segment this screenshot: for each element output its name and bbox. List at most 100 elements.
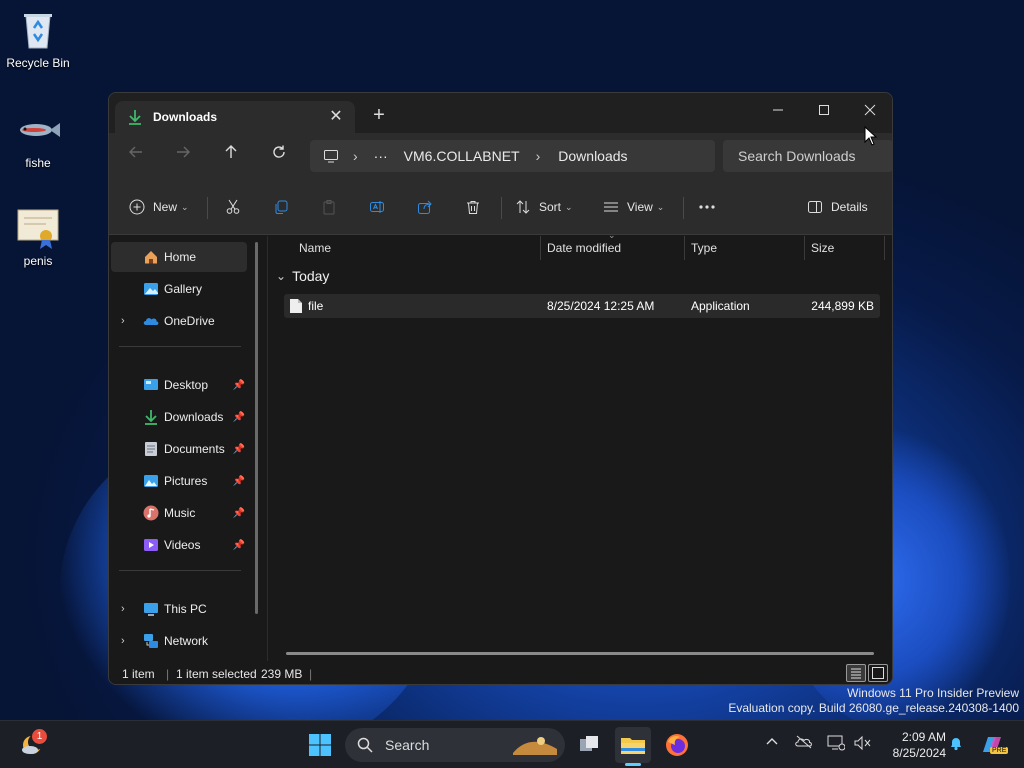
back-button[interactable] [122, 143, 150, 169]
volume-tray-button[interactable] [854, 735, 872, 754]
column-separator[interactable] [804, 236, 805, 260]
address-bar[interactable]: › ··· VM6.COLLABNET › Downloads [310, 140, 715, 172]
copy-button[interactable] [265, 191, 297, 223]
sidebar-item-onedrive[interactable]: › OneDrive [111, 306, 247, 336]
pin-icon[interactable]: 📌 [233, 476, 245, 487]
column-header-type[interactable]: Type [691, 236, 717, 260]
rename-button[interactable] [361, 191, 393, 223]
file-size: 244,899 KB [811, 299, 874, 313]
command-bar: New ⌄ Sort ⌄ View ⌄ Details [109, 179, 892, 235]
desktop-icon-recycle-bin[interactable]: Recycle Bin [0, 8, 76, 70]
column-header-size[interactable]: Size [811, 236, 834, 260]
sidebar-item-documents[interactable]: Documents 📌 [111, 434, 247, 464]
sidebar-item-pictures[interactable]: Pictures 📌 [111, 466, 247, 496]
tab-downloads[interactable]: Downloads ✕ [115, 101, 355, 133]
breadcrumb-downloads[interactable]: Downloads [558, 148, 627, 164]
watermark-line-1: Windows 11 Pro Insider Preview [847, 686, 1019, 700]
see-more-button[interactable] [691, 191, 723, 223]
close-tab-icon[interactable]: ✕ [327, 108, 345, 126]
arrow-right-icon [177, 146, 190, 158]
chevron-right-icon: › [353, 148, 358, 164]
copilot-button[interactable]: PRE [974, 727, 1010, 763]
start-button[interactable] [302, 727, 338, 763]
paste-button[interactable] [313, 191, 345, 223]
up-button[interactable] [217, 143, 245, 169]
sort-button[interactable]: Sort ⌄ [515, 191, 573, 223]
speaker-muted-icon [854, 735, 871, 751]
onedrive-tray-button[interactable] [795, 735, 813, 752]
new-button[interactable]: New ⌄ [129, 191, 189, 223]
column-separator[interactable] [540, 236, 541, 260]
sidebar-item-desktop[interactable]: Desktop 📌 [111, 370, 247, 400]
chevron-right-icon[interactable]: › [121, 315, 125, 327]
tiles-view-toggle[interactable] [868, 664, 888, 682]
pin-icon[interactable]: 📌 [233, 444, 245, 455]
sort-label: Sort [539, 200, 562, 214]
sidebar-divider [119, 346, 241, 347]
breadcrumb-computer[interactable]: VM6.COLLABNET [404, 148, 520, 164]
view-button[interactable]: View ⌄ [603, 191, 664, 223]
file-row[interactable]: file 8/25/2024 12:25 AM Application 244,… [284, 294, 880, 318]
sidebar-scrollbar[interactable] [255, 242, 258, 614]
minimize-button[interactable] [755, 97, 801, 127]
column-separator[interactable] [684, 236, 685, 260]
file-explorer-window: Downloads ✕ + › ··· VM6.COLLABNET › Down… [108, 92, 893, 685]
title-bar: Downloads ✕ + [109, 93, 892, 133]
sidebar-item-network[interactable]: › Network [111, 626, 247, 656]
details-view-toggle[interactable] [846, 664, 866, 682]
pin-icon[interactable]: 📌 [233, 412, 245, 423]
column-separator[interactable] [884, 236, 885, 260]
status-separator: | [309, 667, 313, 681]
downloads-icon [145, 410, 157, 425]
sidebar-item-home[interactable]: Home [111, 242, 247, 272]
taskbar-search-box[interactable]: Search [345, 728, 565, 762]
group-header-today[interactable]: ⌄ Today [276, 268, 329, 284]
refresh-button[interactable] [265, 143, 293, 169]
show-hidden-icons-button[interactable] [766, 735, 778, 751]
sidebar-item-gallery[interactable]: Gallery [111, 274, 247, 304]
column-header-name[interactable]: Name [299, 236, 331, 260]
maximize-button[interactable] [801, 97, 847, 127]
documents-icon [145, 442, 157, 456]
horizontal-scrollbar[interactable] [286, 652, 874, 655]
details-pane-button[interactable]: Details [807, 191, 868, 223]
sidebar-item-label: Music [164, 506, 196, 520]
task-view-button[interactable] [571, 727, 607, 763]
sidebar-item-label: Network [164, 634, 209, 648]
desktop-icon-certificate[interactable]: penis [0, 206, 76, 268]
watermark-line-2: Evaluation copy. Build 26080.ge_release.… [728, 701, 1019, 715]
status-selected: 1 item selected [176, 667, 257, 681]
new-tab-button[interactable]: + [369, 105, 389, 125]
forward-button[interactable] [169, 143, 197, 169]
widgets-button[interactable]: 1 [14, 727, 50, 763]
chevron-down-icon: ⌄ [656, 201, 665, 212]
view-lines-icon [604, 202, 618, 212]
cut-button[interactable] [217, 191, 249, 223]
plus-circle-icon [129, 199, 145, 215]
navigation-bar: › ··· VM6.COLLABNET › Downloads Search D… [109, 133, 892, 179]
chevron-right-icon[interactable]: › [121, 635, 125, 647]
pin-icon[interactable]: 📌 [233, 380, 245, 391]
file-explorer-taskbar-button[interactable] [615, 727, 651, 766]
chevron-right-icon[interactable]: › [121, 603, 125, 615]
taskbar-clock[interactable]: 2:09 AM 8/25/2024 [880, 729, 946, 761]
firefox-taskbar-button[interactable] [659, 727, 695, 763]
network-tray-button[interactable] [827, 735, 846, 754]
close-window-button[interactable] [847, 97, 892, 127]
new-label: New [153, 200, 178, 214]
share-button[interactable] [409, 191, 441, 223]
delete-button[interactable] [457, 191, 489, 223]
desktop-icon-fishe[interactable]: fishe [0, 108, 76, 170]
notifications-button[interactable] [948, 735, 964, 754]
pin-icon[interactable]: 📌 [233, 540, 245, 551]
sidebar-item-music[interactable]: Music 📌 [111, 498, 247, 528]
sidebar-item-this-pc[interactable]: › This PC [111, 594, 247, 624]
arrow-up-icon [225, 145, 237, 158]
gallery-icon [144, 283, 158, 295]
sidebar-item-downloads[interactable]: Downloads 📌 [111, 402, 247, 432]
address-overflow-button[interactable]: ··· [374, 148, 388, 164]
pin-icon[interactable]: 📌 [233, 508, 245, 519]
pictures-icon [144, 475, 158, 487]
tiles-view-icon [872, 667, 884, 679]
sidebar-item-videos[interactable]: Videos 📌 [111, 530, 247, 560]
